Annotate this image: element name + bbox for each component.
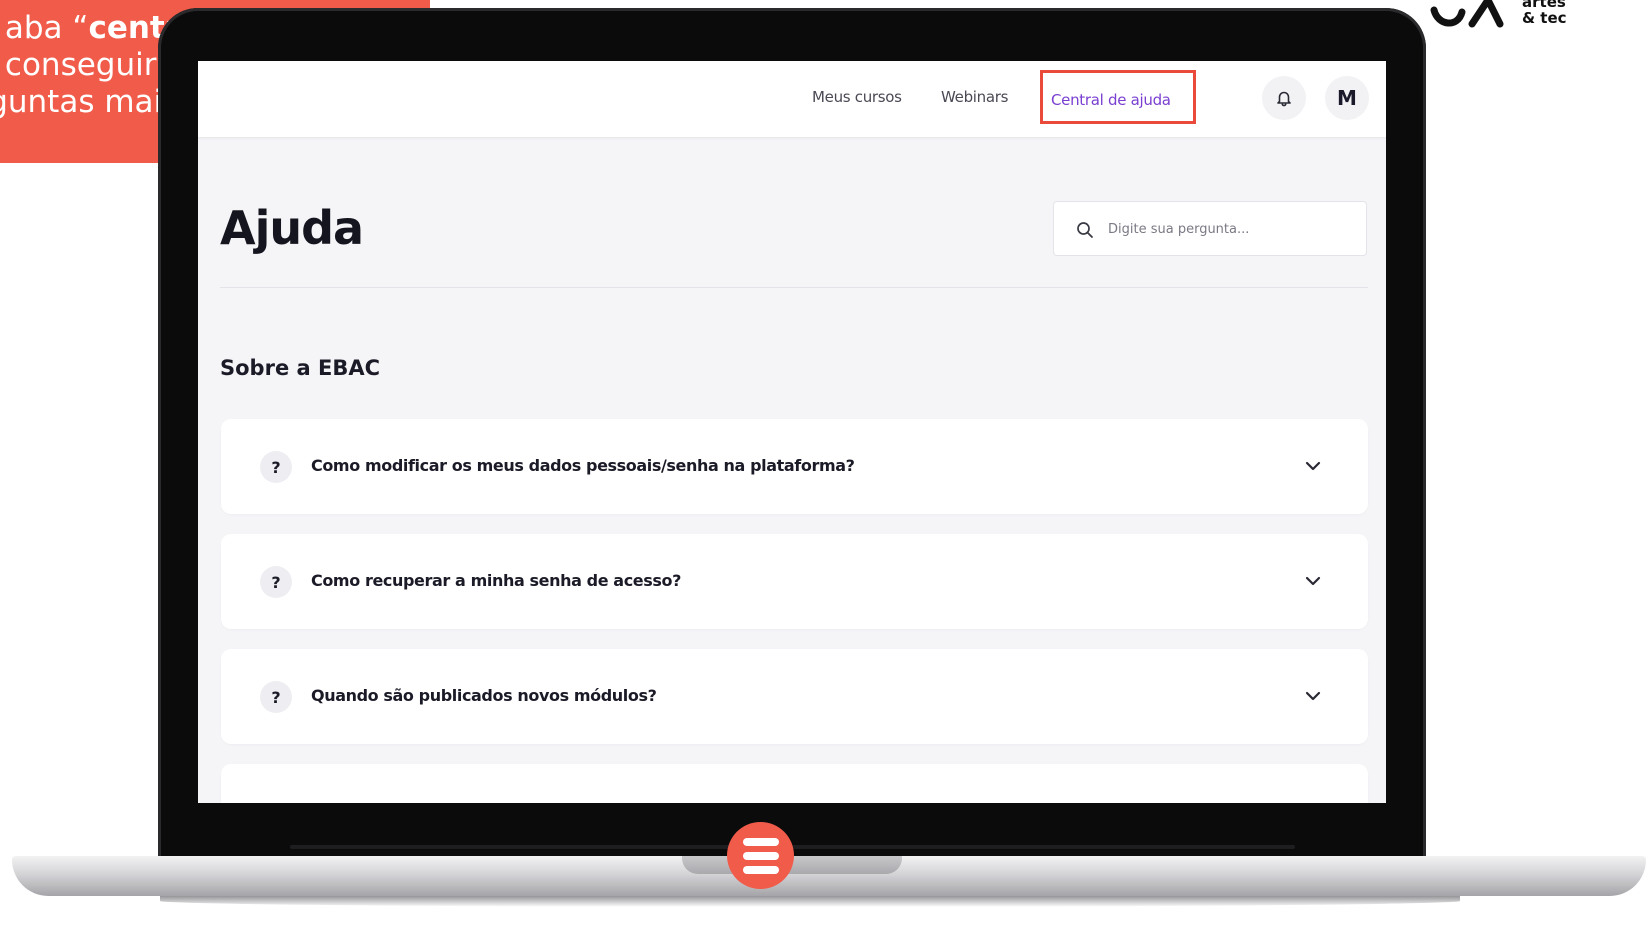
question-icon: ? — [260, 566, 292, 598]
nav-link-webinars[interactable]: Webinars — [941, 88, 1008, 106]
menu-icon-bar — [743, 852, 779, 860]
chevron-down-icon[interactable] — [1305, 461, 1321, 471]
notifications-button[interactable] — [1262, 76, 1306, 120]
page-title: Ajuda — [220, 201, 364, 255]
faq-item[interactable]: ? Como modificar os meus dados pessoais/… — [221, 419, 1368, 514]
question-icon: ? — [260, 451, 292, 483]
menu-icon — [743, 838, 779, 846]
top-navbar: Meus cursos Webinars Central de ajuda M — [198, 61, 1386, 137]
app-screen: Meus cursos Webinars Central de ajuda M … — [198, 61, 1386, 803]
brand-text: artes & tec — [1522, 0, 1567, 27]
avatar-initial: M — [1337, 86, 1357, 110]
bell-icon — [1277, 91, 1291, 107]
header-divider — [220, 287, 1368, 288]
faq-item[interactable]: ? Quando são publicados novos módulos? — [221, 649, 1368, 744]
faq-item[interactable]: ? Como recuperar a minha senha de acesso… — [221, 534, 1368, 629]
laptop-shadow — [160, 895, 1460, 907]
search-box[interactable] — [1053, 201, 1367, 256]
section-title: Sobre a EBAC — [220, 356, 380, 380]
nav-link-central-de-ajuda[interactable]: Central de ajuda — [1040, 70, 1196, 124]
faq-question: Como modificar os meus dados pessoais/se… — [311, 456, 855, 475]
brand-logo: artes & tec — [1428, 0, 1646, 38]
nav-link-meus-cursos[interactable]: Meus cursos — [812, 88, 902, 106]
menu-button[interactable] — [727, 822, 794, 889]
menu-icon-bar — [743, 866, 779, 874]
brand-mark-icon — [1430, 0, 1504, 28]
chevron-down-icon[interactable] — [1305, 691, 1321, 701]
avatar[interactable]: M — [1325, 76, 1369, 120]
faq-question: Quando são publicados novos módulos? — [311, 686, 657, 705]
faq-question: Como recuperar a minha senha de acesso? — [311, 571, 681, 590]
chevron-down-icon[interactable] — [1305, 576, 1321, 586]
faq-item-partial[interactable] — [221, 764, 1368, 803]
search-icon — [1077, 222, 1093, 238]
question-icon: ? — [260, 681, 292, 713]
search-input[interactable] — [1108, 216, 1348, 242]
